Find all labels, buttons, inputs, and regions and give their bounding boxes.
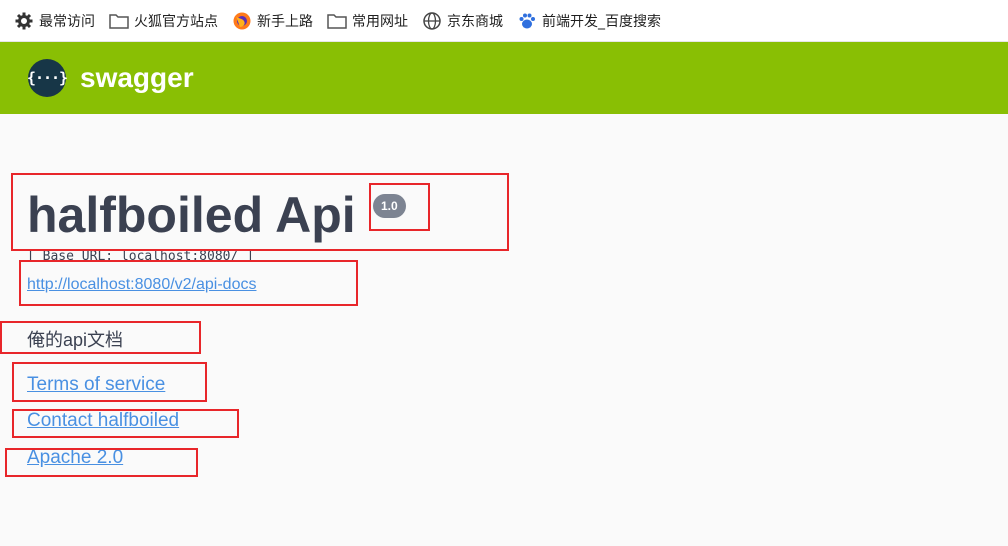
bookmark-common-sites[interactable]: 常用网址 bbox=[327, 11, 408, 31]
annotation-box-contact bbox=[12, 409, 239, 438]
baidu-paw-icon bbox=[517, 11, 537, 31]
bookmark-firefox-official[interactable]: 火狐官方站点 bbox=[109, 11, 218, 31]
swagger-logo-icon[interactable]: {···} bbox=[27, 59, 68, 97]
folder-icon bbox=[327, 11, 347, 31]
bookmarks-bar: 最常访问 火狐官方站点 新手上路 常用网址 京东商城 前端开发_百度搜索 bbox=[0, 0, 1008, 42]
bookmark-jd[interactable]: 京东商城 bbox=[422, 11, 503, 31]
bookmark-label: 新手上路 bbox=[257, 13, 313, 30]
annotation-box-description bbox=[0, 321, 201, 354]
annotation-box-api-docs bbox=[19, 260, 358, 306]
annotation-box-title bbox=[11, 173, 509, 251]
gear-icon bbox=[14, 11, 34, 31]
bookmark-label: 前端开发_百度搜索 bbox=[542, 13, 661, 30]
swagger-topbar: {···} swagger bbox=[0, 42, 1008, 114]
globe-icon bbox=[422, 11, 442, 31]
annotation-box-license bbox=[5, 448, 198, 477]
bookmark-label: 京东商城 bbox=[447, 13, 503, 30]
firefox-icon bbox=[232, 11, 252, 31]
bookmark-most-visited[interactable]: 最常访问 bbox=[14, 11, 95, 31]
bookmark-getting-started[interactable]: 新手上路 bbox=[232, 11, 313, 31]
bookmark-label: 火狐官方站点 bbox=[134, 13, 218, 30]
swagger-brand[interactable]: swagger bbox=[80, 62, 194, 94]
bookmark-label: 常用网址 bbox=[352, 13, 408, 30]
folder-icon bbox=[109, 11, 129, 31]
annotation-box-terms bbox=[12, 362, 207, 402]
bookmark-baidu-search[interactable]: 前端开发_百度搜索 bbox=[517, 11, 661, 31]
bookmark-label: 最常访问 bbox=[39, 13, 95, 30]
annotation-box-version bbox=[369, 183, 430, 231]
